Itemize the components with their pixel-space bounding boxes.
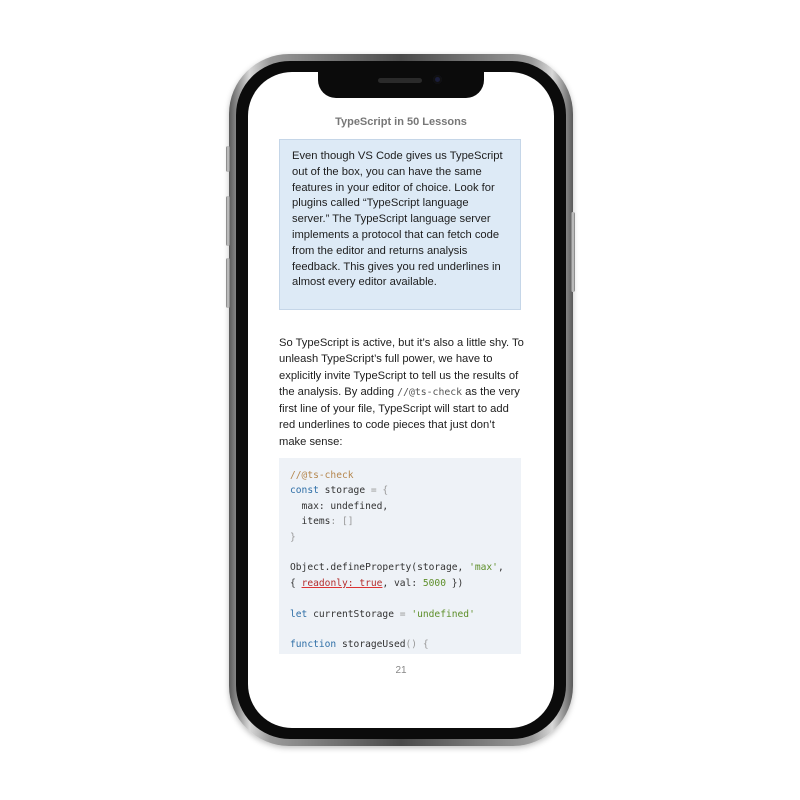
notch (318, 72, 484, 98)
code-keyword: function (290, 639, 337, 651)
power-button (571, 212, 575, 292)
speaker-grille (378, 78, 422, 83)
code-comment: //@ts-check (290, 470, 354, 481)
code-line: , val: (382, 577, 423, 589)
code-block[interactable]: //@ts-check const storage = { max: undef… (279, 458, 521, 654)
code-identifier: storage (318, 485, 371, 497)
code-identifier: Object.defineProperty (290, 562, 412, 574)
code-punctuation: = (399, 608, 412, 620)
code-identifier: storageUsed (336, 639, 406, 651)
book-title: TypeScript in 50 Lessons (335, 116, 467, 128)
code-keyword: const (290, 485, 319, 497)
body-paragraph: So TypeScript is active, but it’s also a… (279, 335, 525, 450)
volume-down-button (226, 258, 230, 308)
code-line: }) (445, 577, 464, 589)
code-identifier: currentStorage (307, 608, 400, 620)
code-line: { (290, 577, 302, 589)
note-box: Even though VS Code gives us TypeScript … (279, 139, 521, 310)
code-string: 'undefined' (411, 608, 475, 620)
code-punctuation: () { (405, 639, 429, 651)
code-error-underline: readonly: true (301, 577, 383, 589)
code-line: items (290, 516, 331, 528)
code-punctuation: = { (370, 485, 389, 497)
code-line: max: undefined, (290, 500, 389, 512)
code-line: (storage, (411, 562, 470, 574)
code-lines: //@ts-check const storage = { max: undef… (290, 468, 504, 653)
code-punctuation: } (290, 531, 296, 543)
volume-up-button (226, 196, 230, 246)
code-number: 5000 (422, 577, 446, 589)
code-keyword: let (290, 608, 308, 620)
code-punctuation: : [] (330, 516, 354, 528)
inline-code: //@ts-check (397, 386, 463, 398)
silent-switch (226, 146, 230, 172)
note-text: Even though VS Code gives us TypeScript … (292, 150, 503, 289)
camera-icon (433, 75, 442, 84)
page-number: 21 (395, 665, 407, 676)
code-string: 'max' (469, 562, 498, 574)
code-line: , (497, 562, 504, 574)
